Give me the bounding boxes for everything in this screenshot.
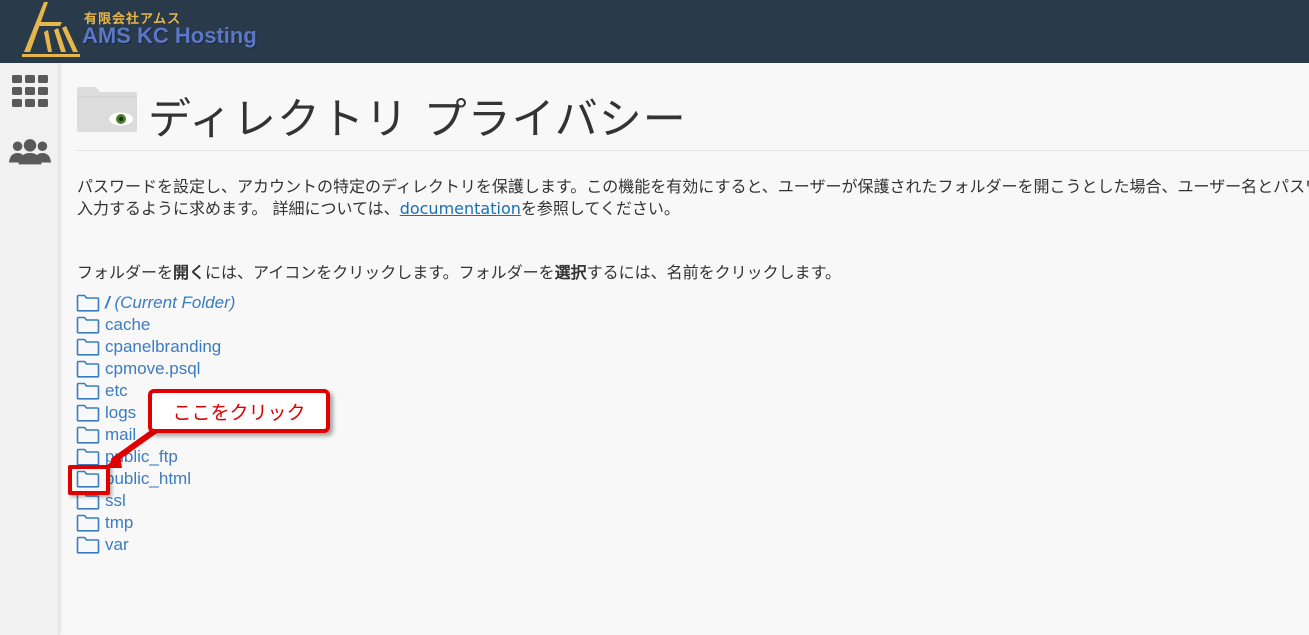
folder-icon[interactable]: [76, 448, 100, 466]
instr-select: 選択: [554, 263, 587, 282]
logo[interactable]: 有限会社アムス AMS KC Hosting: [18, 0, 258, 63]
folder-link[interactable]: logs: [105, 403, 136, 423]
sidebar: [0, 63, 59, 635]
current-slash: /: [105, 293, 110, 312]
instructions: フォルダーを開くには、アイコンをクリックします。フォルダーを選択するには、名前を…: [77, 259, 841, 283]
page-title: ディレクトリ プライバシー: [148, 95, 687, 145]
instr-text-3: するには、名前をクリックします。: [586, 263, 842, 282]
folder-eye-icon: [77, 87, 137, 132]
folder-icon[interactable]: [76, 360, 100, 378]
folder-icon[interactable]: [76, 316, 100, 334]
folder-link[interactable]: cache: [105, 315, 150, 335]
main-content: ディレクトリ プライバシー パスワードを設定し、アカウントの特定のディレクトリを…: [60, 63, 1309, 635]
folder-icon[interactable]: [76, 382, 100, 400]
description-line-1: パスワードを設定し、アカウントの特定のディレクトリを保護します。この機能を有効に…: [77, 177, 1309, 196]
folder-link[interactable]: tmp: [105, 513, 133, 533]
description-line-2: 入力するように求めます。 詳細については、documentationを参照してく…: [77, 198, 1309, 220]
instr-text-1: フォルダーを: [77, 263, 174, 282]
folder-icon[interactable]: [76, 294, 100, 312]
folder-icon[interactable]: [76, 514, 100, 532]
folder-link[interactable]: etc: [105, 381, 128, 401]
folder-item: cpmove.psql: [76, 358, 235, 380]
folder-item: cache: [76, 314, 235, 336]
folder-link[interactable]: public_ftp: [105, 447, 178, 467]
folder-item-current: / (Current Folder): [76, 292, 235, 314]
folder-icon[interactable]: [76, 426, 100, 444]
description-text-end: を参照してください。: [520, 199, 680, 218]
apps-grid-icon[interactable]: [9, 71, 51, 111]
folder-item: var: [76, 534, 235, 556]
annotation-highlight-box: [68, 465, 110, 495]
folder-icon[interactable]: [76, 536, 100, 554]
top-bar: 有限会社アムス AMS KC Hosting: [0, 0, 1309, 63]
folder-icon[interactable]: [76, 404, 100, 422]
folder-link[interactable]: var: [105, 535, 129, 555]
documentation-link[interactable]: documentation: [400, 199, 521, 218]
folder-item: cpanelbranding: [76, 336, 235, 358]
page-description: パスワードを設定し、アカウントの特定のディレクトリを保護します。この機能を有効に…: [77, 176, 1309, 220]
instr-open: 開く: [173, 263, 206, 282]
logo-mark: [22, 2, 80, 57]
folder-link[interactable]: cpanelbranding: [105, 337, 221, 357]
current-folder-label: (Current Folder): [114, 293, 236, 312]
users-group-icon[interactable]: [9, 132, 51, 172]
folder-link[interactable]: public_html: [105, 469, 191, 489]
folder-icon[interactable]: [76, 338, 100, 356]
folder-link-current[interactable]: / (Current Folder): [105, 293, 235, 313]
folder-link[interactable]: mail: [105, 425, 136, 445]
logo-company-en: AMS KC Hosting: [82, 23, 257, 48]
instr-text-2: には、アイコンをクリックします。フォルダーを: [205, 263, 555, 282]
page-header: ディレクトリ プライバシー: [76, 81, 1309, 151]
folder-item: tmp: [76, 512, 235, 534]
description-text: 入力するように求めます。 詳細については、: [77, 199, 400, 218]
folder-link[interactable]: cpmove.psql: [105, 359, 200, 379]
annotation-callout: ここをクリック: [148, 389, 330, 433]
